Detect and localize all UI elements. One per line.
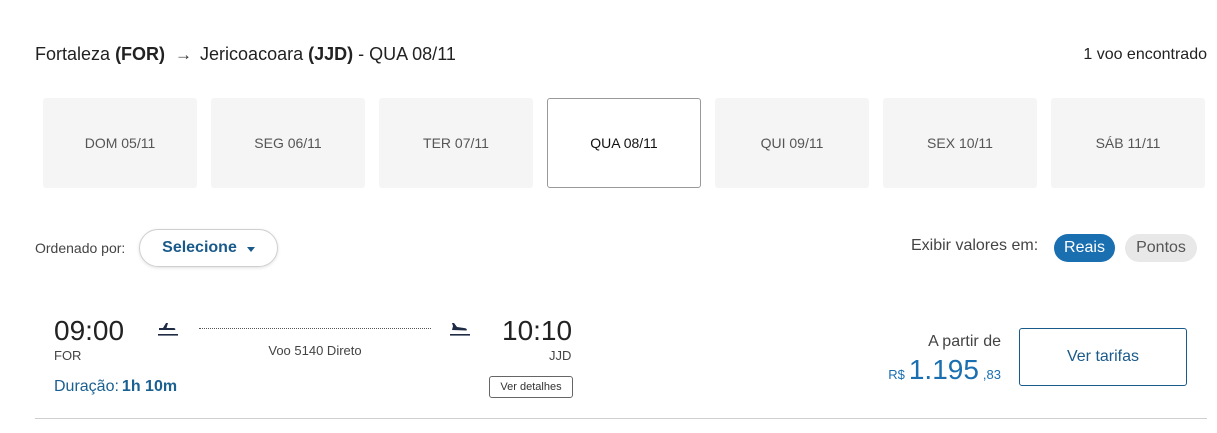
flights-found-count: 1 voo encontrado	[1083, 46, 1207, 63]
flight-number: Voo 5140 Direto	[268, 343, 362, 358]
route-title: Fortaleza (FOR) → Jericoacoara (JJD) - Q…	[35, 44, 456, 65]
view-fares-button[interactable]: Ver tarifas	[1019, 328, 1187, 386]
departure-airport: FOR	[54, 348, 82, 363]
sort-dropdown[interactable]: Selecione	[139, 229, 278, 267]
origin-city: Fortaleza	[35, 44, 111, 64]
currency-toggle-reais[interactable]: Reais	[1054, 234, 1115, 262]
sort-dropdown-value: Selecione	[162, 239, 237, 256]
arrival-airport: JJD	[549, 348, 572, 363]
price-currency: R$	[888, 367, 905, 382]
date-selector: DOM 05/11 SEG 06/11 TER 07/11 QUA 08/11 …	[43, 98, 1217, 188]
arrow-right-icon: →	[175, 44, 193, 64]
date-tab-qua-selected[interactable]: QUA 08/11	[547, 98, 701, 188]
destination-city: Jericoacoara	[200, 44, 304, 64]
origin-code: (FOR)	[115, 44, 166, 64]
sort-label: Ordenado por:	[35, 240, 126, 256]
departure-time: 09:00	[54, 315, 125, 346]
date-tab-dom[interactable]: DOM 05/11	[43, 98, 197, 188]
view-details-button[interactable]: Ver detalhes	[489, 376, 573, 398]
date-tab-sex[interactable]: SEX 10/11	[883, 98, 1037, 188]
duration-value: 1h 10m	[121, 378, 178, 395]
price-prefix: A partir de	[928, 333, 1001, 350]
flight-duration: Duração: 1h 10m	[54, 378, 177, 396]
display-values-label: Exibir valores em:	[911, 237, 1039, 254]
date-tab-seg[interactable]: SEG 06/11	[211, 98, 365, 188]
destination-code: (JJD)	[308, 44, 354, 64]
caret-down-icon	[246, 246, 255, 252]
date-tab-qui[interactable]: QUI 09/11	[715, 98, 869, 188]
divider	[35, 418, 1207, 419]
date-tab-sab[interactable]: SÁB 11/11	[1051, 98, 1205, 188]
arrival-time: 10:10	[502, 315, 573, 346]
plane-landing-icon	[449, 319, 471, 337]
plane-takeoff-icon	[157, 319, 179, 337]
date-tab-ter[interactable]: TER 07/11	[379, 98, 533, 188]
duration-label: Duração:	[54, 378, 119, 395]
currency-toggle-pontos[interactable]: Pontos	[1125, 234, 1197, 262]
price: R$ 1.195 ,83	[888, 354, 1001, 386]
route-date: - QUA 08/11	[358, 44, 456, 64]
price-cents: ,83	[982, 367, 1001, 382]
route-line	[199, 328, 431, 329]
price-integer: 1.195	[908, 354, 979, 385]
